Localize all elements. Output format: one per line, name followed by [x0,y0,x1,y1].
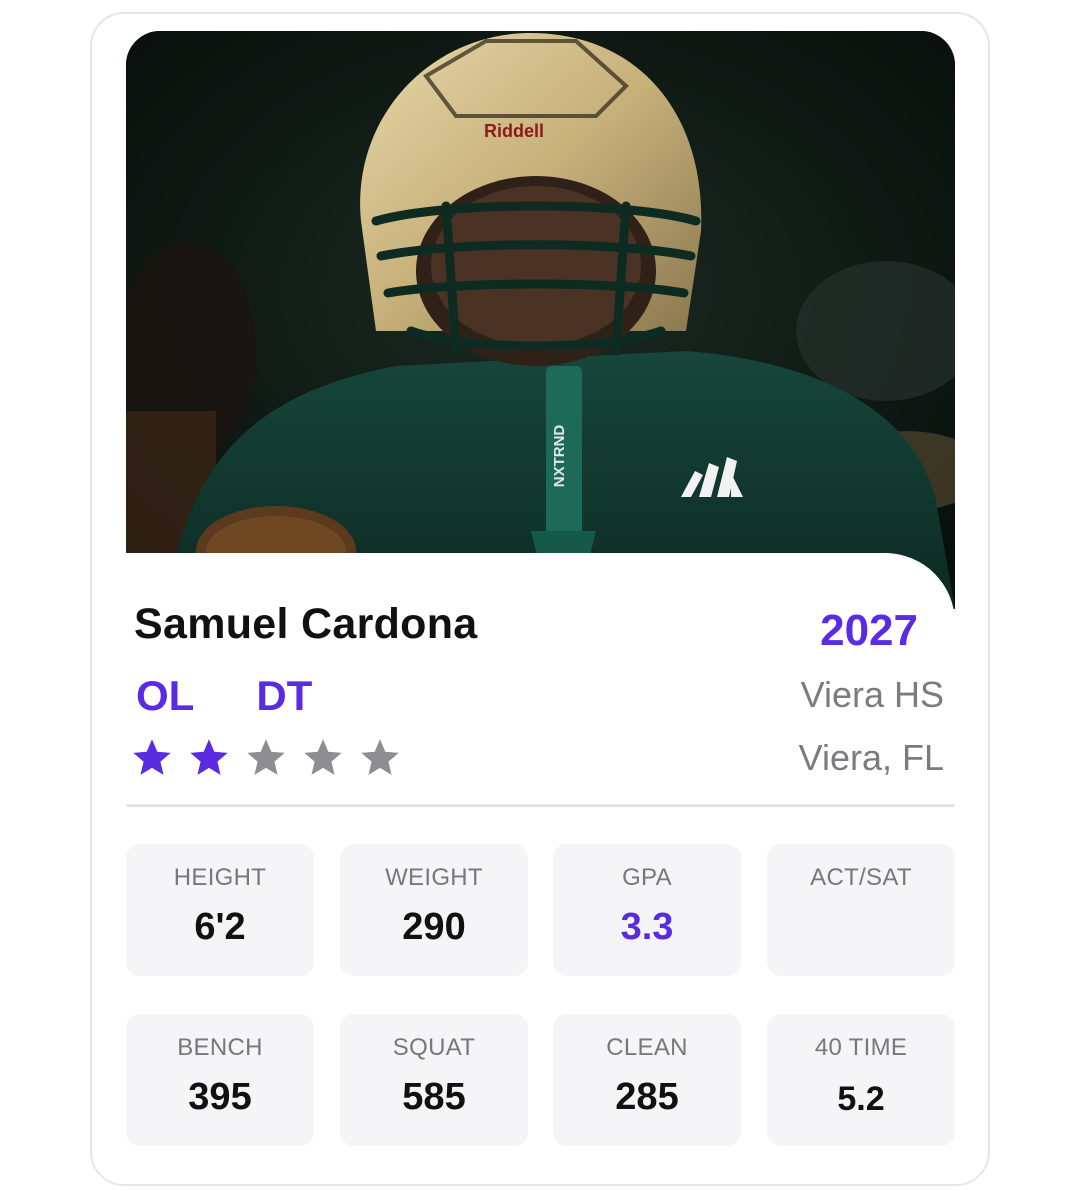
stat-label: 40 TIME [814,1034,908,1061]
stat-label: CLEAN [606,1034,688,1061]
divider [126,804,955,807]
stat-value: 585 [402,1076,466,1118]
player-location: Viera, FL [798,737,944,778]
stat-height: HEIGHT 6'2 [126,844,314,976]
stat-squat: SQUAT 585 [340,1014,528,1146]
player-photo: Riddell NXTRND [126,31,955,609]
player-name: Samuel Cardona [134,600,478,648]
chinstrap-text: NXTRND [551,425,568,488]
stat-value: 285 [615,1076,679,1118]
stat-label: BENCH [177,1034,263,1061]
stat-label: SQUAT [392,1034,476,1061]
stat-weight: WEIGHT 290 [340,844,528,976]
stat-value: 395 [188,1076,252,1118]
stat-label: HEIGHT [173,864,267,891]
stat-bench: BENCH 395 [126,1014,314,1146]
stat-value: 3.3 [620,906,674,948]
stat-gpa: GPA 3.3 [553,844,741,976]
player-positions: OL DT [136,672,312,720]
star-icon [247,739,285,775]
star-icon [133,739,171,775]
player-school: Viera HS [800,674,944,715]
star-rating [130,736,402,780]
star-icon [190,739,228,775]
stat-value: 5.2 [837,1080,885,1118]
position-secondary: DT [256,672,313,719]
stat-act-sat: ACT/SAT [767,844,955,976]
stat-label: WEIGHT [385,864,483,891]
position-primary: OL [136,672,195,719]
stat-label: ACT/SAT [810,864,912,891]
stat-value: 290 [402,906,466,948]
star-icon [361,739,399,775]
class-year: 2027 [820,606,918,655]
stat-value: 6'2 [194,906,246,948]
helmet-brand-text: Riddell [484,121,544,141]
stat-clean: CLEAN 285 [553,1014,741,1146]
star-icon [304,739,342,775]
stat-40-time: 40 TIME 5.2 [767,1014,955,1146]
stat-label: GPA [622,864,672,891]
